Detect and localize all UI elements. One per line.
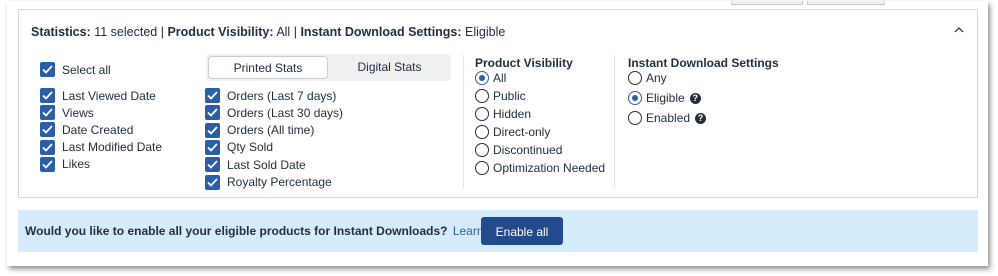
help-icon[interactable]: ?	[695, 112, 707, 124]
radio-unselected-icon	[628, 71, 642, 85]
help-icon[interactable]: ?	[689, 92, 701, 104]
visibility-option-label: Hidden	[493, 107, 532, 121]
stat-option-label: Last Sold Date	[227, 157, 306, 172]
radio-unselected-icon	[628, 111, 642, 125]
instant-download-banner: Would you like to enable all your eligib…	[18, 210, 978, 252]
checkbox-checked-icon	[205, 174, 220, 190]
visibility-option-label: All	[493, 71, 507, 85]
visibility-title: Product Visibility	[475, 56, 573, 70]
radio-unselected-icon	[475, 125, 489, 139]
stat-option-label: Likes	[62, 157, 91, 172]
column-divider	[463, 55, 464, 189]
checkbox-checked-icon	[40, 62, 55, 77]
statistics-value: 11 selected	[94, 25, 158, 39]
stat-option-label: Orders (Last 30 days)	[227, 105, 344, 120]
banner-question: Would you like to enable all your eligib…	[25, 224, 514, 238]
stats-tabs: Printed Stats Digital Stats	[206, 54, 451, 81]
visibility-option-radio[interactable]: Public	[475, 88, 526, 104]
instant-option-label: Any	[646, 71, 667, 85]
instant-option-label: Eligible	[646, 91, 685, 105]
radio-unselected-icon	[475, 107, 489, 121]
stat-option-label: Last Modified Date	[62, 140, 163, 155]
stat-option-checkbox[interactable]: Likes	[40, 156, 91, 172]
stat-option-checkbox[interactable]: Orders (All time)	[205, 122, 315, 138]
radio-unselected-icon	[475, 143, 489, 157]
visibility-option-label: Optimization Needed	[493, 161, 606, 175]
radio-selected-icon	[628, 91, 642, 105]
visibility-option-radio[interactable]: All	[475, 70, 506, 86]
visibility-option-label: Discontinued	[493, 143, 563, 157]
instant-title: Instant Download Settings	[628, 56, 779, 70]
summary-separator: |	[160, 25, 164, 39]
summary-separator: |	[293, 25, 297, 39]
select-all-checkbox[interactable]: Select all	[40, 62, 111, 77]
stat-option-checkbox[interactable]: Orders (Last 30 days)	[205, 105, 344, 121]
checkbox-checked-icon	[40, 88, 55, 103]
visibility-option-label: Direct-only	[493, 125, 551, 139]
stat-option-label: Views	[62, 105, 94, 120]
visibility-option-label: Public	[493, 89, 526, 103]
checkbox-checked-icon	[40, 156, 55, 172]
checkbox-checked-icon	[205, 105, 220, 121]
statistics-label: Statistics:	[31, 25, 91, 39]
stat-option-checkbox[interactable]: Last Sold Date	[205, 157, 306, 173]
checkbox-checked-icon	[205, 88, 220, 103]
stat-option-label: Date Created	[62, 122, 134, 137]
checkbox-checked-icon	[205, 139, 220, 155]
instant-value: Eligible	[465, 25, 506, 39]
column-divider	[614, 55, 615, 189]
instant-option-label: Enabled	[646, 111, 691, 125]
banner-question-text: Would you like to enable all your eligib…	[25, 224, 448, 238]
tab-digital-stats[interactable]: Digital Stats	[330, 56, 449, 79]
stat-option-checkbox[interactable]: Royalty Percentage	[205, 174, 332, 190]
visibility-option-radio[interactable]: Hidden	[475, 106, 531, 122]
checkbox-checked-icon	[40, 122, 55, 138]
window-frame: Statistics: 11 selected | Product Visibi…	[7, 1, 988, 266]
checkbox-checked-icon	[40, 105, 55, 121]
instant-option-radio[interactable]: Any	[628, 70, 667, 86]
top-button-2[interactable]	[807, 1, 885, 5]
visibility-option-radio[interactable]: Direct-only	[475, 124, 550, 140]
filter-summary[interactable]: Statistics: 11 selected | Product Visibi…	[31, 25, 505, 39]
select-all-label: Select all	[62, 62, 111, 77]
checkbox-checked-icon	[40, 139, 55, 155]
visibility-value: All	[276, 25, 291, 39]
instant-label: Instant Download Settings:	[300, 25, 462, 39]
visibility-option-radio[interactable]: Optimization Needed	[475, 160, 605, 176]
stat-option-checkbox[interactable]: Last Modified Date	[40, 139, 163, 155]
visibility-option-radio[interactable]: Discontinued	[475, 142, 562, 158]
tab-printed-stats[interactable]: Printed Stats	[208, 56, 328, 79]
stat-option-checkbox[interactable]: Qty Sold	[205, 139, 274, 155]
stat-option-checkbox[interactable]: Last Viewed Date	[40, 88, 156, 103]
radio-unselected-icon	[475, 89, 489, 103]
stat-option-label: Last Viewed Date	[62, 88, 156, 103]
stat-option-label: Orders (Last 7 days)	[227, 88, 337, 103]
chevron-up-icon[interactable]	[953, 25, 965, 35]
radio-selected-icon	[475, 71, 489, 85]
instant-option-radio[interactable]: Eligible?	[628, 90, 701, 106]
top-button-1[interactable]	[731, 1, 803, 5]
instant-option-radio[interactable]: Enabled?	[628, 110, 707, 126]
filter-panel: Statistics: 11 selected | Product Visibi…	[18, 9, 978, 198]
checkbox-checked-icon	[205, 122, 220, 138]
radio-unselected-icon	[475, 161, 489, 175]
stat-option-checkbox[interactable]: Views	[40, 105, 94, 121]
enable-all-button[interactable]: Enable all	[481, 217, 563, 245]
stat-option-label: Qty Sold	[227, 140, 274, 155]
stat-option-checkbox[interactable]: Orders (Last 7 days)	[205, 88, 336, 103]
stat-option-label: Orders (All time)	[227, 123, 315, 138]
visibility-label: Product Visibility:	[167, 25, 274, 39]
checkbox-checked-icon	[205, 157, 220, 173]
stat-option-checkbox[interactable]: Date Created	[40, 122, 134, 138]
stat-option-label: Royalty Percentage	[227, 175, 332, 189]
